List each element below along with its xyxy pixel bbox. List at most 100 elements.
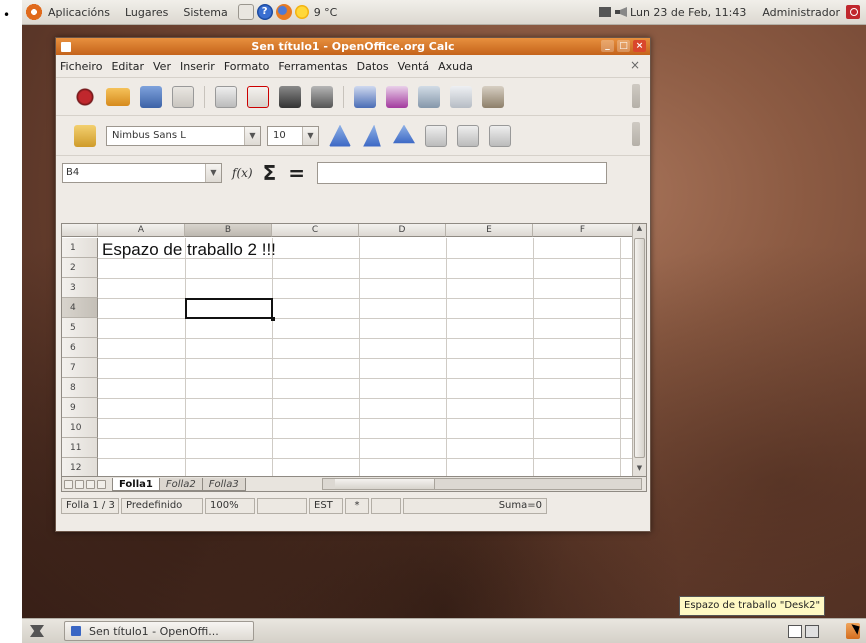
prev-sheet-icon[interactable]	[75, 479, 84, 489]
menu-insert[interactable]: Inserir	[180, 60, 215, 73]
copy-icon[interactable]	[450, 85, 472, 108]
column-header[interactable]: E	[446, 224, 533, 237]
temperature[interactable]: 9 °C	[314, 6, 338, 19]
bold-icon[interactable]	[329, 124, 351, 147]
export-pdf-icon[interactable]	[247, 85, 269, 108]
row-header[interactable]: 2	[62, 258, 98, 278]
corner-select-all[interactable]	[62, 224, 98, 237]
menu-system[interactable]: Sistema	[183, 6, 227, 19]
ubuntu-logo-icon[interactable]	[25, 3, 43, 21]
vertical-scrollbar[interactable]: ▲ ▼	[632, 224, 646, 476]
sheet-tab-folla1[interactable]: Folla1	[112, 477, 160, 491]
column-header[interactable]: B	[185, 224, 272, 237]
row-header[interactable]: 5	[62, 318, 98, 338]
volume-icon[interactable]	[615, 7, 628, 17]
paste-icon[interactable]	[482, 85, 504, 108]
function-icon[interactable]: =	[288, 161, 305, 185]
column-header[interactable]: F	[533, 224, 633, 237]
row-header[interactable]: 3	[62, 278, 98, 298]
network-icon[interactable]	[599, 7, 612, 17]
sheet-tab-folla3[interactable]: Folla3	[201, 477, 246, 491]
column-header[interactable]: C	[272, 224, 359, 237]
scrollbar-thumb[interactable]	[335, 479, 435, 489]
firefox-icon[interactable]	[275, 4, 292, 20]
menu-file[interactable]: Ficheiro	[60, 60, 102, 73]
spreadsheet-grid[interactable]: A B C D E F 1 2 3 4 5 6 7 8 9 10 11 12 E…	[61, 223, 647, 477]
row-header[interactable]: 9	[62, 398, 98, 418]
open-folder-icon[interactable]	[106, 87, 130, 106]
print-preview-icon[interactable]	[311, 85, 333, 108]
last-sheet-icon[interactable]	[97, 479, 106, 489]
cut-icon[interactable]	[418, 85, 440, 108]
name-box[interactable]: B4 ▼	[62, 162, 222, 183]
menu-format[interactable]: Formato	[224, 60, 270, 73]
row-header[interactable]: 6	[62, 338, 98, 358]
styles-icon[interactable]	[74, 124, 96, 147]
selected-cell-b4[interactable]	[185, 298, 275, 321]
scroll-up-icon[interactable]: ▲	[634, 224, 645, 236]
save-icon[interactable]	[140, 85, 162, 108]
menu-window[interactable]: Ventá	[398, 60, 429, 73]
spellcheck-icon[interactable]	[354, 85, 376, 108]
chevron-down-icon[interactable]: ▼	[244, 126, 260, 145]
row-header[interactable]: 8	[62, 378, 98, 398]
close-button[interactable]: ×	[633, 40, 646, 52]
menu-places[interactable]: Lugares	[125, 6, 168, 19]
power-icon[interactable]	[846, 5, 860, 19]
show-desktop-icon[interactable]	[30, 625, 44, 637]
column-header[interactable]: A	[98, 224, 185, 237]
email-icon[interactable]	[172, 85, 194, 108]
weather-sun-icon[interactable]	[294, 5, 309, 19]
screenshot-launcher-icon[interactable]	[237, 4, 254, 20]
new-document-icon[interactable]	[74, 85, 96, 108]
row-header[interactable]: 7	[62, 358, 98, 378]
cell-a1[interactable]: Espazo de traballo 2 !!!	[102, 240, 276, 260]
font-size-select[interactable]: 10 ▼	[267, 125, 319, 146]
taskbar-window-button[interactable]: Sen título1 - OpenOffi...	[64, 621, 254, 641]
scrollbar-thumb[interactable]	[634, 238, 645, 458]
align-center-icon[interactable]	[457, 124, 479, 147]
italic-icon[interactable]	[363, 124, 381, 147]
maximize-button[interactable]: □	[617, 40, 630, 52]
toolbar-overflow-handle[interactable]	[632, 84, 640, 108]
formula-input[interactable]	[317, 161, 608, 184]
menu-edit[interactable]: Editar	[111, 60, 144, 73]
row-header[interactable]: 11	[62, 438, 98, 458]
underline-icon[interactable]	[393, 124, 415, 144]
column-header[interactable]: D	[359, 224, 446, 237]
status-insert-mode[interactable]: EST	[309, 498, 343, 514]
status-sum[interactable]: Suma=0	[403, 498, 547, 514]
workspace-2[interactable]	[805, 625, 819, 638]
edit-file-icon[interactable]	[215, 85, 237, 108]
font-name-select[interactable]: Nimbus Sans L ▼	[106, 125, 261, 146]
autospellcheck-icon[interactable]	[386, 85, 408, 108]
horizontal-scrollbar[interactable]	[322, 478, 642, 490]
first-sheet-icon[interactable]	[64, 479, 73, 489]
close-document-icon[interactable]: ×	[630, 58, 640, 72]
menu-data[interactable]: Datos	[357, 60, 389, 73]
print-icon[interactable]	[279, 85, 301, 108]
chevron-down-icon[interactable]: ▼	[302, 126, 318, 145]
menu-tools[interactable]: Ferramentas	[278, 60, 347, 73]
status-page-style[interactable]: Predefinido	[121, 498, 203, 514]
menu-help[interactable]: Axuda	[438, 60, 473, 73]
row-header[interactable]: 12	[62, 458, 98, 476]
chevron-down-icon[interactable]: ▼	[205, 163, 221, 182]
function-wizard-icon[interactable]: f(x)	[232, 166, 253, 180]
help-icon[interactable]: ?	[256, 4, 273, 20]
user-menu[interactable]: Administrador	[762, 6, 840, 19]
align-right-icon[interactable]	[489, 124, 511, 147]
scroll-down-icon[interactable]: ▼	[634, 464, 645, 476]
next-sheet-icon[interactable]	[86, 479, 95, 489]
sum-icon[interactable]: Σ	[263, 161, 277, 185]
row-header[interactable]: 1	[62, 238, 98, 258]
menu-applications[interactable]: Aplicacións	[48, 6, 110, 19]
toolbar-overflow-handle[interactable]	[632, 122, 640, 146]
row-header[interactable]: 4	[62, 298, 98, 318]
menu-view[interactable]: Ver	[153, 60, 171, 73]
minimize-button[interactable]: _	[601, 40, 614, 52]
row-header[interactable]: 10	[62, 418, 98, 438]
window-titlebar[interactable]: Sen título1 - OpenOffice.org Calc _ □ ×	[56, 38, 650, 55]
clock[interactable]: Lun 23 de Feb, 11:43	[630, 6, 746, 19]
sheet-tab-folla2[interactable]: Folla2	[158, 477, 203, 491]
